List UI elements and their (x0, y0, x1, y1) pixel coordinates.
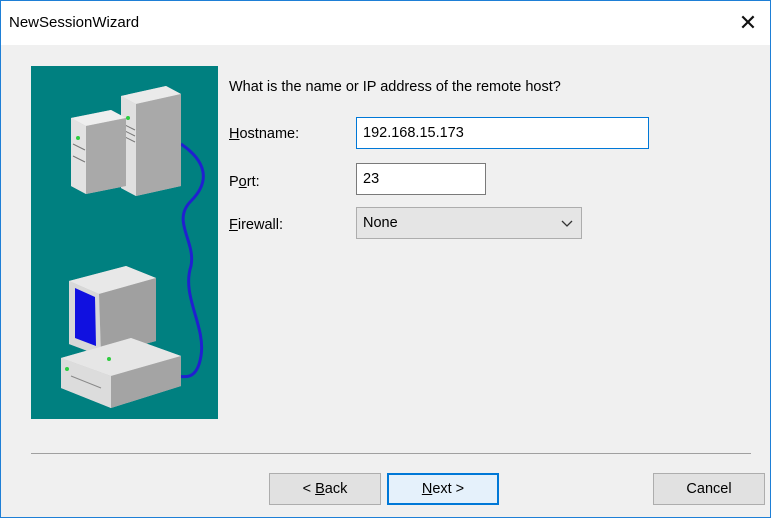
network-illustration (61, 86, 205, 408)
cancel-button-label: Cancel (686, 481, 732, 497)
back-button-rest: ack (324, 481, 348, 497)
hostname-input[interactable] (356, 117, 649, 149)
back-button-prefix: < (302, 481, 316, 497)
footer-divider (31, 453, 751, 454)
cancel-button[interactable]: Cancel (653, 473, 765, 505)
back-button-mnemonic: B (315, 481, 325, 497)
next-button-rest: ext > (432, 481, 465, 497)
port-label-mnemonic: o (238, 174, 247, 190)
back-button[interactable]: < Back (269, 473, 381, 505)
hostname-label-rest: ostname: (239, 126, 300, 142)
port-label-rest: rt: (246, 174, 260, 190)
firewall-selected-value: None (363, 215, 398, 231)
port-label: Port: (229, 174, 260, 190)
next-button[interactable]: Next > (387, 473, 499, 505)
port-label-before: P (229, 174, 239, 190)
port-input[interactable] (356, 163, 486, 195)
hostname-label-mnemonic: H (229, 126, 240, 142)
title-bar: NewSessionWizard ✕ (1, 1, 770, 45)
chevron-down-icon (561, 220, 573, 227)
server-to-computer-illustration (31, 66, 218, 419)
firewall-select[interactable]: None (356, 207, 582, 239)
firewall-label-mnemonic: F (229, 217, 238, 233)
close-button[interactable]: ✕ (726, 1, 770, 45)
question-text: What is the name or IP address of the re… (229, 79, 561, 95)
wizard-window: NewSessionWizard ✕ What is the name or I… (0, 0, 771, 518)
hostname-label: Hostname: (229, 126, 299, 142)
window-title: NewSessionWizard (9, 14, 140, 31)
next-button-mnemonic: N (421, 481, 433, 497)
firewall-label-rest: irewall: (237, 217, 283, 233)
firewall-label: Firewall: (229, 217, 283, 233)
close-icon: ✕ (738, 10, 758, 35)
